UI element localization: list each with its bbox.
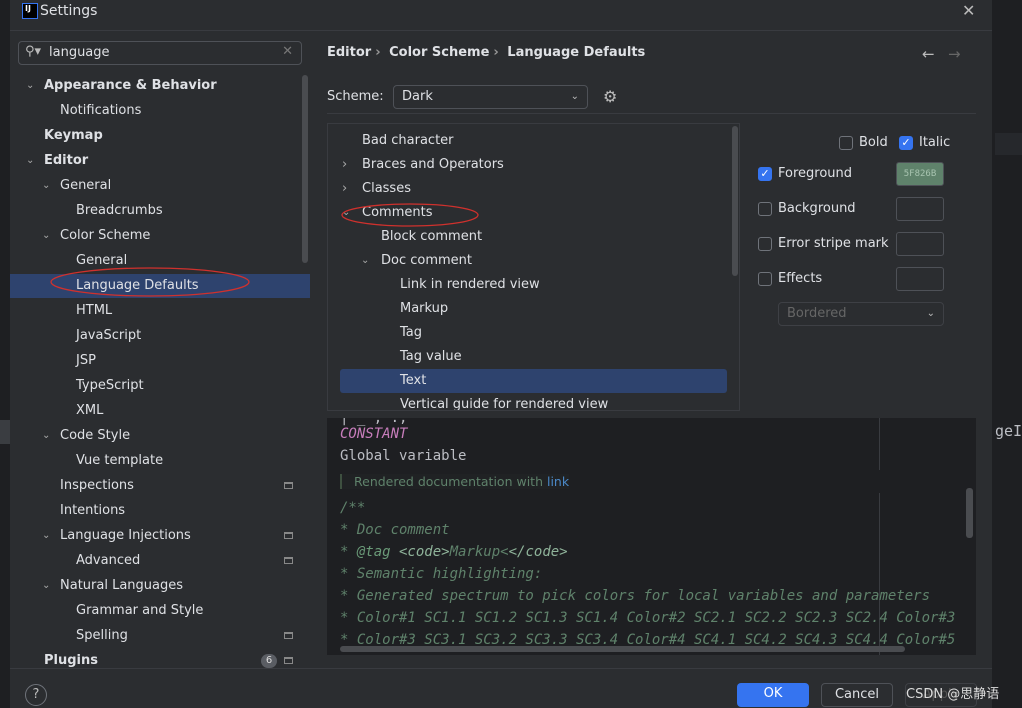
- annotation-overlay: [50, 203, 479, 297]
- annotation-ellipse: [50, 267, 250, 297]
- annotation-ellipse: [341, 203, 479, 227]
